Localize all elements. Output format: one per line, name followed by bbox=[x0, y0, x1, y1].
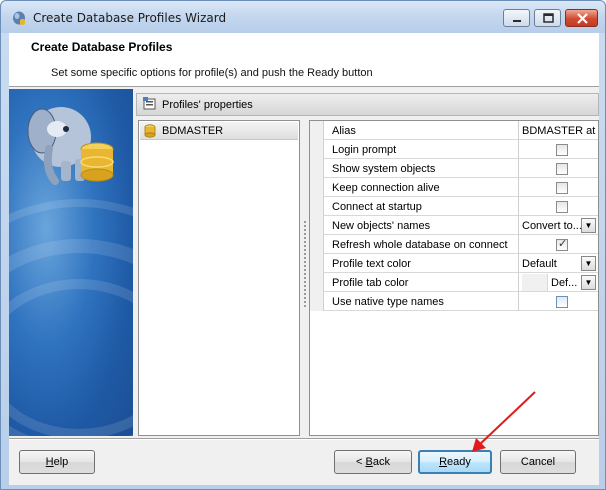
property-row-profile-tab-color: Profile tab color Def... ▼ bbox=[310, 273, 598, 292]
minimize-button[interactable] bbox=[503, 9, 530, 27]
properties-area: Profiles' properties BDMASTER Alias BDMA… bbox=[136, 93, 599, 436]
profile-tab-color-select[interactable]: Def... ▼ bbox=[520, 273, 598, 292]
cancel-button[interactable]: Cancel bbox=[500, 450, 576, 474]
list-item[interactable]: BDMASTER bbox=[140, 122, 298, 140]
property-row-show-system-objects: Show system objects bbox=[310, 159, 598, 178]
refresh-whole-database-checkbox[interactable] bbox=[556, 237, 568, 251]
properties-header: Profiles' properties bbox=[136, 93, 599, 116]
minimize-icon bbox=[513, 20, 521, 22]
maximize-icon bbox=[543, 13, 554, 23]
property-name: Alias bbox=[324, 121, 519, 140]
list-item-label: BDMASTER bbox=[162, 125, 224, 137]
maximize-button[interactable] bbox=[534, 9, 561, 27]
profile-tab-color-value: Def... bbox=[551, 277, 578, 289]
window-title: Create Database Profiles Wizard bbox=[33, 11, 227, 25]
new-objects-names-select[interactable]: Convert to... ▼ bbox=[520, 216, 598, 235]
new-objects-names-value: Convert to... bbox=[522, 220, 582, 232]
page-subtitle: Set some specific options for profile(s)… bbox=[51, 67, 373, 79]
close-icon bbox=[577, 13, 588, 24]
chevron-down-icon[interactable]: ▼ bbox=[581, 275, 596, 290]
property-row-login-prompt: Login prompt bbox=[310, 140, 598, 159]
database-icon bbox=[144, 124, 156, 138]
show-system-objects-checkbox[interactable] bbox=[556, 163, 568, 175]
property-row-alias: Alias BDMASTER at ... bbox=[310, 121, 598, 140]
property-row-profile-text-color: Profile text color Default ▼ bbox=[310, 254, 598, 273]
chevron-down-icon[interactable]: ▼ bbox=[581, 218, 596, 233]
property-name: Use native type names bbox=[324, 292, 519, 311]
property-name: Keep connection alive bbox=[324, 178, 519, 197]
property-name: Profile text color bbox=[324, 254, 519, 273]
page-title: Create Database Profiles bbox=[31, 40, 173, 54]
profile-text-color-value: Default bbox=[522, 258, 557, 270]
connect-at-startup-checkbox[interactable] bbox=[556, 201, 568, 213]
property-row-use-native-type-names: Use native type names bbox=[310, 292, 598, 311]
back-button[interactable]: < Back bbox=[334, 450, 412, 474]
alias-value[interactable]: BDMASTER at ... bbox=[520, 121, 598, 140]
use-native-type-names-checkbox[interactable] bbox=[556, 296, 568, 308]
chevron-down-icon[interactable]: ▼ bbox=[581, 256, 596, 271]
login-prompt-checkbox[interactable] bbox=[556, 144, 568, 156]
keep-connection-alive-checkbox[interactable] bbox=[556, 182, 568, 194]
help-button[interactable]: Help bbox=[19, 450, 95, 474]
property-name: Show system objects bbox=[324, 159, 519, 178]
property-row-new-objects-names: New objects' names Convert to... ▼ bbox=[310, 216, 598, 235]
properties-icon bbox=[143, 97, 156, 110]
property-name: New objects' names bbox=[324, 216, 519, 235]
footer-divider bbox=[9, 438, 599, 440]
property-name: Login prompt bbox=[324, 140, 519, 159]
title-bar[interactable]: Create Database Profiles Wizard bbox=[1, 1, 605, 33]
app-icon bbox=[13, 11, 25, 25]
splitter-handle[interactable] bbox=[302, 221, 308, 311]
properties-title: Profiles' properties bbox=[162, 99, 253, 111]
close-button[interactable] bbox=[565, 9, 598, 27]
property-grid: Alias BDMASTER at ... Login prompt Show … bbox=[309, 120, 599, 436]
profile-text-color-select[interactable]: Default ▼ bbox=[520, 254, 598, 273]
wizard-window: Create Database Profiles Wizard Create D… bbox=[0, 0, 606, 490]
wizard-side-image bbox=[9, 89, 133, 436]
property-name: Profile tab color bbox=[324, 273, 519, 292]
property-name: Connect at startup bbox=[324, 197, 519, 216]
property-row-connect-at-startup: Connect at startup bbox=[310, 197, 598, 216]
profile-list[interactable]: BDMASTER bbox=[138, 120, 300, 436]
property-row-keep-connection-alive: Keep connection alive bbox=[310, 178, 598, 197]
property-row-refresh-whole-database: Refresh whole database on connect bbox=[310, 235, 598, 254]
wizard-client: Create Database Profiles Set some specif… bbox=[9, 33, 599, 485]
elephant-database-icon bbox=[27, 107, 114, 185]
property-name: Refresh whole database on connect bbox=[324, 235, 519, 254]
color-swatch bbox=[522, 274, 548, 291]
ready-button[interactable]: Ready bbox=[418, 450, 492, 474]
wizard-header: Create Database Profiles Set some specif… bbox=[9, 33, 599, 87]
